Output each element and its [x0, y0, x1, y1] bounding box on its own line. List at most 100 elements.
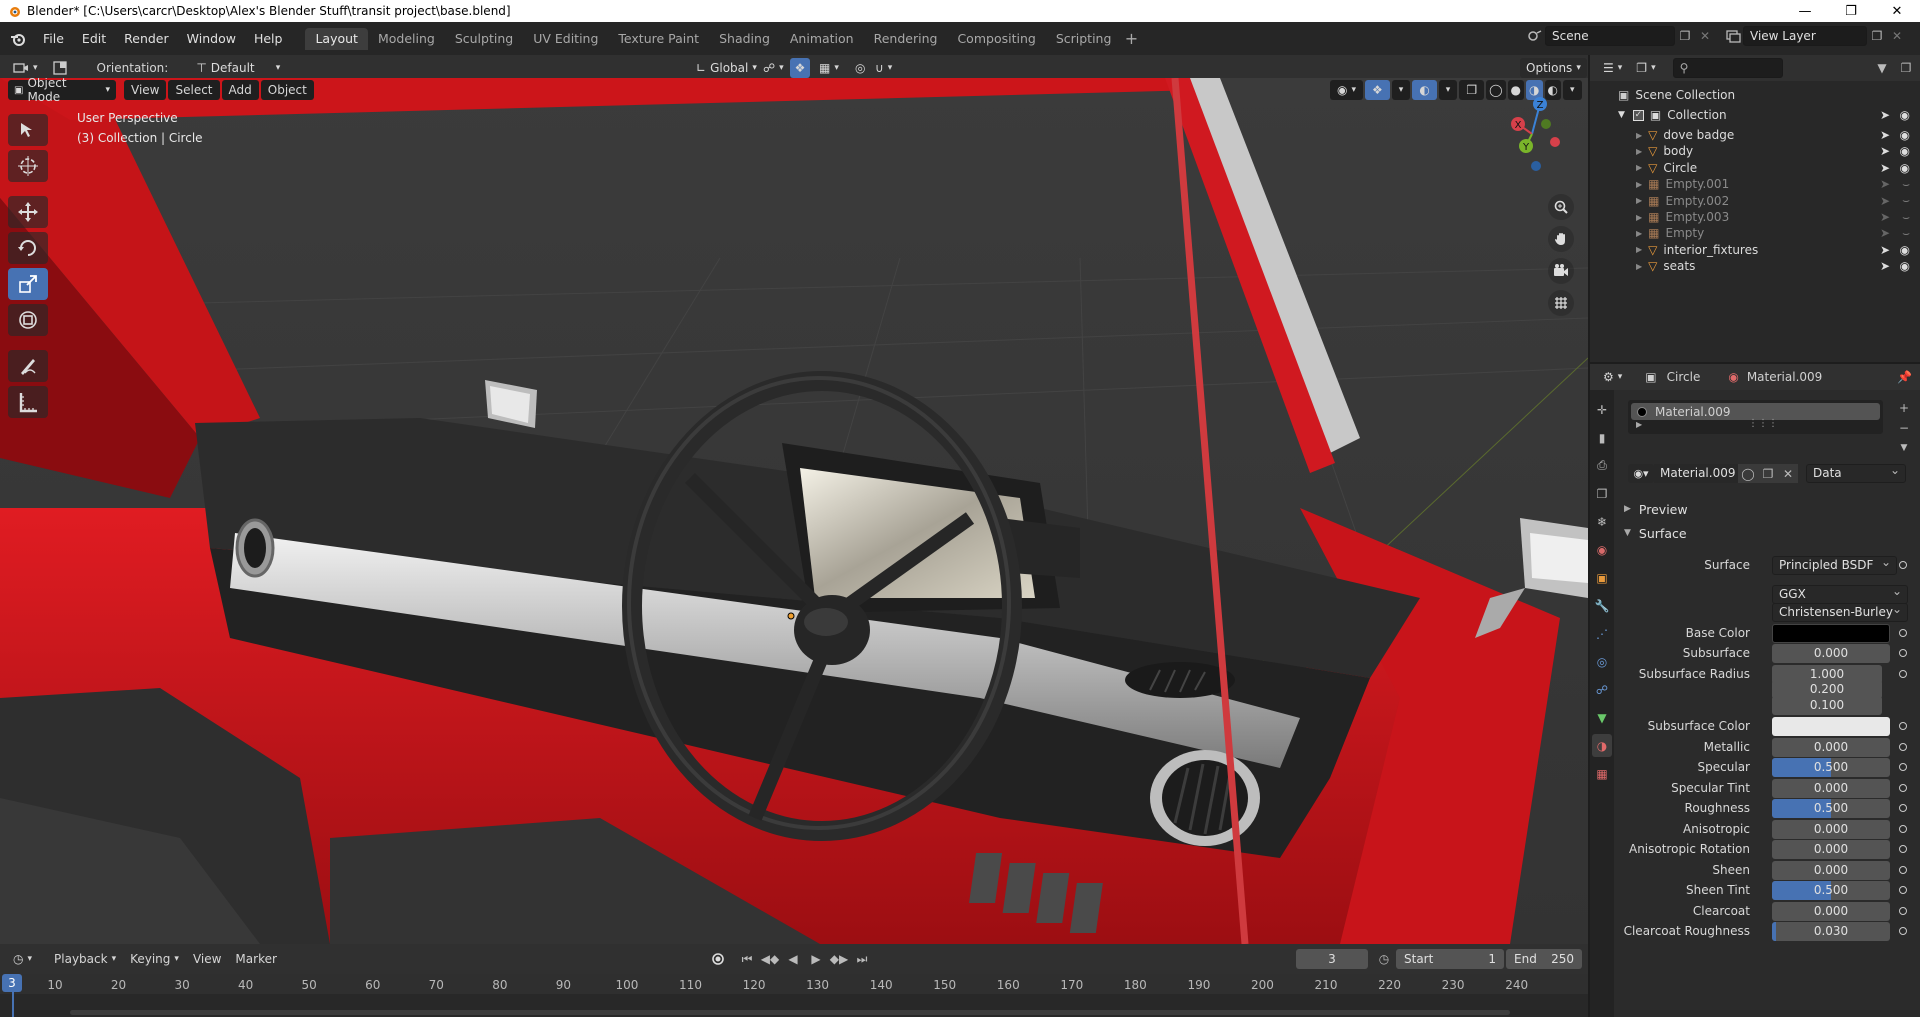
param-value-field[interactable]: 0.000 [1772, 819, 1890, 839]
eye-icon[interactable]: ◉ [1900, 161, 1910, 175]
tab-shading[interactable]: Shading [709, 28, 780, 50]
prev-keyframe-icon[interactable]: ◀◆ [760, 949, 780, 969]
material-name-field[interactable]: Material.009 [1654, 464, 1738, 483]
unlink-material-icon[interactable]: ✕ [1778, 464, 1798, 483]
duplicate-material-icon[interactable]: ❐ [1758, 464, 1778, 483]
select-arrow-icon[interactable]: ➤ [1880, 161, 1890, 175]
tool-tab-icon[interactable]: ✛ [1592, 398, 1612, 421]
new-collection-icon[interactable]: ❐ [1896, 58, 1916, 78]
select-arrow-icon[interactable]: ➤ [1880, 128, 1890, 142]
menu-edit[interactable]: Edit [73, 27, 115, 51]
constraints-tab-icon[interactable]: ☍ [1592, 678, 1612, 701]
menu-help[interactable]: Help [245, 27, 292, 51]
timeline-frames[interactable]: 10 20 30 40 50 60 70 80 90 100 110 120 130 140 150 160 1… [0, 974, 1588, 1017]
param-link-icon[interactable] [1899, 845, 1907, 853]
move-tool-icon[interactable] [8, 196, 48, 228]
expand-arrow-icon[interactable]: ▶ [1636, 131, 1642, 140]
xray-toggle-icon[interactable]: ❐ [1459, 80, 1485, 100]
tab-compositing[interactable]: Compositing [947, 28, 1045, 50]
pin-icon[interactable]: 📌 [1897, 370, 1912, 384]
subsurface-method-dropdown[interactable]: Christensen-Burley [1772, 601, 1908, 622]
overlay-toggle-icon[interactable]: ◐ [1412, 80, 1437, 100]
outliner-editor-type-icon[interactable]: ☰ ▾ [1596, 58, 1629, 78]
mode-dropdown[interactable]: ▣ Object Mode ▾ [8, 78, 116, 104]
eye-closed-icon[interactable]: ⌣ [1902, 210, 1910, 225]
slot-specials-icon[interactable]: ▼ [1894, 438, 1914, 458]
collapse-arrow-icon[interactable]: ▼ [1618, 110, 1625, 120]
next-keyframe-icon[interactable]: ◆▶ [829, 949, 849, 969]
snap-target-icon[interactable]: ▦ ▾ [812, 58, 846, 78]
select-arrow-icon[interactable]: ➤ [1880, 194, 1890, 208]
menu-render[interactable]: Render [115, 27, 178, 51]
transform-tool-icon[interactable] [8, 304, 48, 336]
3d-viewport[interactable]: ▣ Object Mode ▾ View Select Add Object ◉… [0, 78, 1588, 944]
surface-panel-header[interactable]: ▼ Surface [1614, 522, 1920, 544]
param-link-icon[interactable] [1899, 743, 1907, 751]
menu-file[interactable]: File [34, 27, 73, 51]
particles-tab-icon[interactable]: ⋰ [1592, 622, 1612, 645]
timeline-editor-type-icon[interactable]: ◷ ▾ [6, 949, 39, 969]
falloff-icon[interactable]: ∪ ▾ [868, 58, 899, 78]
param-value-field[interactable]: 0.000 [1772, 901, 1890, 921]
tab-sculpting[interactable]: Sculpting [445, 28, 523, 50]
param-value-field[interactable]: 0.500 [1772, 798, 1890, 818]
view-layer-browse-icon[interactable] [1723, 26, 1743, 46]
outliner-item[interactable]: ▶ ▽ seats ➤ ◉ [1590, 256, 1920, 276]
camera-view-icon[interactable] [1548, 258, 1574, 284]
material-slot-list[interactable]: Material.009 ▶ ⋮⋮⋮ [1628, 400, 1883, 434]
material-properties[interactable]: Material.009 ▶ ⋮⋮⋮ + − ▼ ◉▾ Material.009… [1614, 390, 1920, 1017]
eye-closed-icon[interactable]: ⌣ [1902, 193, 1910, 208]
current-frame-field[interactable]: 3 [1296, 949, 1368, 969]
delete-view-layer-icon[interactable]: ✕ [1887, 26, 1907, 46]
material-tab-icon[interactable]: ◑ [1592, 734, 1612, 757]
param-value-field[interactable]: 0.500 [1772, 880, 1890, 900]
view-layer-tab-icon[interactable]: ❐ [1592, 482, 1612, 505]
snap-toggle-icon[interactable]: ❖ [790, 58, 810, 78]
measure-tool-icon[interactable] [8, 386, 48, 418]
surface-shader-dropdown[interactable]: Principled BSDF [1772, 554, 1897, 575]
eye-icon[interactable]: ◉ [1900, 108, 1910, 122]
eye-icon[interactable]: ◉ [1900, 128, 1910, 142]
render-tab-icon[interactable]: ▮ [1592, 426, 1612, 449]
zoom-icon[interactable] [1548, 194, 1574, 220]
subsurface-color-swatch[interactable] [1772, 716, 1890, 736]
timeline-view-menu[interactable]: View [186, 949, 228, 969]
fake-user-shield-icon[interactable]: ◯ [1738, 464, 1758, 483]
new-view-layer-icon[interactable]: ❐ [1867, 26, 1887, 46]
marker-menu[interactable]: Marker [228, 949, 283, 969]
cursor-tool-icon[interactable] [8, 150, 48, 182]
select-arrow-icon[interactable]: ➤ [1880, 210, 1890, 224]
add-slot-icon[interactable]: + [1894, 398, 1914, 418]
active-tool-icon[interactable] [45, 58, 75, 78]
param-link-icon[interactable] [1899, 784, 1907, 792]
start-frame-field[interactable]: Start 1 [1396, 949, 1504, 969]
menu-select[interactable]: Select [168, 80, 220, 100]
rotate-tool-icon[interactable] [8, 232, 48, 264]
remove-slot-icon[interactable]: − [1894, 418, 1914, 438]
gizmo-dropdown-icon[interactable]: ▾ [1391, 80, 1411, 100]
navigation-gizmo[interactable]: Z X Y [1500, 94, 1570, 174]
jump-end-icon[interactable]: ⏭ [852, 949, 872, 969]
preview-range-icon[interactable]: ◷ [1374, 949, 1394, 969]
filter-icon[interactable]: ▼ [1872, 58, 1892, 78]
keying-menu[interactable]: Keying ▾ [123, 949, 186, 969]
tab-layout[interactable]: Layout [305, 27, 368, 50]
transform-orientation-dropdown[interactable]: ∟ Global ▾ [690, 58, 757, 78]
world-tab-icon[interactable]: ◉ [1592, 538, 1612, 561]
record-icon[interactable] [708, 949, 728, 969]
modifier-tab-icon[interactable]: 🔧 [1592, 594, 1612, 617]
annotate-tool-icon[interactable] [8, 350, 48, 382]
properties-editor-type-icon[interactable]: ⚙ ▾ [1596, 367, 1629, 387]
menu-object[interactable]: Object [260, 80, 314, 100]
preview-panel-header[interactable]: ▶ Preview [1614, 498, 1920, 520]
texture-tab-icon[interactable]: ▦ [1592, 762, 1612, 785]
scene-tab-icon[interactable]: ❄ [1592, 510, 1612, 533]
select-arrow-icon[interactable]: ➤ [1880, 259, 1890, 273]
select-arrow-icon[interactable]: ➤ [1880, 108, 1890, 122]
play-icon[interactable]: ▶ [806, 949, 826, 969]
param-link-icon[interactable] [1899, 927, 1907, 935]
pivot-point-icon[interactable]: ☍ ▾ [756, 58, 791, 78]
expand-arrow-icon[interactable]: ▶ [1636, 245, 1642, 254]
tab-uv-editing[interactable]: UV Editing [523, 28, 608, 50]
new-scene-icon[interactable]: ❐ [1675, 26, 1695, 46]
